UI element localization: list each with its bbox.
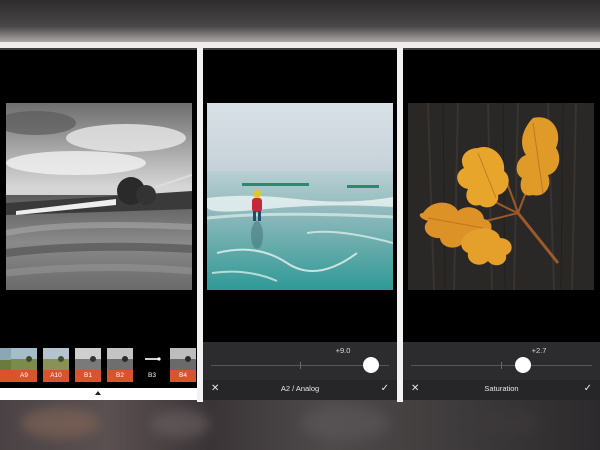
slider-center-tick — [501, 362, 502, 369]
saturation-adjust-screen: +2.7 ✕ Saturation ✓ — [403, 50, 600, 400]
filter-thumb-image — [107, 348, 133, 370]
slider-value: +2.7 — [531, 346, 547, 355]
blurred-background-top — [0, 0, 600, 48]
analog-adjust-screen: +9.0 ✕ A2 / Analog ✓ — [203, 50, 397, 400]
photo-beach-child — [207, 103, 393, 290]
checkmark-icon[interactable]: ✓ — [381, 381, 389, 397]
filter-thumb-label: A9 — [11, 370, 37, 382]
filter-thumb-label: B4 — [170, 370, 196, 382]
tool-name: Saturation — [484, 384, 519, 393]
filter-strip[interactable]: A9 A10 B1 B2 B3 B4 — [0, 342, 197, 388]
filter-thumb-label: A10 — [43, 370, 69, 382]
filter-thumb-image — [139, 348, 165, 370]
slider-center-tick — [300, 362, 301, 369]
filter-thumb-image — [170, 348, 196, 370]
photo-landscape-bw — [6, 103, 192, 290]
filter-thumb-b1[interactable]: B1 — [75, 348, 101, 382]
strength-slider-panel: +9.0 ✕ A2 / Analog ✓ — [203, 342, 397, 400]
filter-thumb-label: B2 — [107, 370, 133, 382]
caret-up-icon[interactable] — [95, 391, 101, 395]
saturation-slider-panel: +2.7 ✕ Saturation ✓ — [403, 342, 600, 400]
blurred-background-bottom — [0, 400, 600, 450]
filter-thumb-image — [75, 348, 101, 370]
filter-thumb-b2[interactable]: B2 — [107, 348, 133, 382]
filter-thumb-a9[interactable]: A9 — [11, 348, 37, 382]
filter-thumb-b4[interactable]: B4 — [170, 348, 196, 382]
filter-thumb-label: B1 — [75, 370, 101, 382]
filter-thumb-image — [11, 348, 37, 370]
filter-thumb-label: B3 — [139, 370, 165, 382]
slider-knob[interactable] — [515, 357, 532, 373]
checkmark-icon[interactable]: ✓ — [584, 381, 592, 397]
filter-thumb-b3-selected[interactable]: B3 — [139, 348, 165, 382]
photo-autumn-leaves — [408, 103, 594, 290]
filter-picker-screen: A9 A10 B1 B2 B3 B4 — [0, 50, 197, 400]
filter-thumb-image — [43, 348, 69, 370]
slider-knob[interactable] — [363, 357, 380, 373]
slider-value: +9.0 — [335, 346, 351, 355]
filter-thumb-a10[interactable]: A10 — [43, 348, 69, 382]
tool-name: A2 / Analog — [280, 384, 320, 393]
